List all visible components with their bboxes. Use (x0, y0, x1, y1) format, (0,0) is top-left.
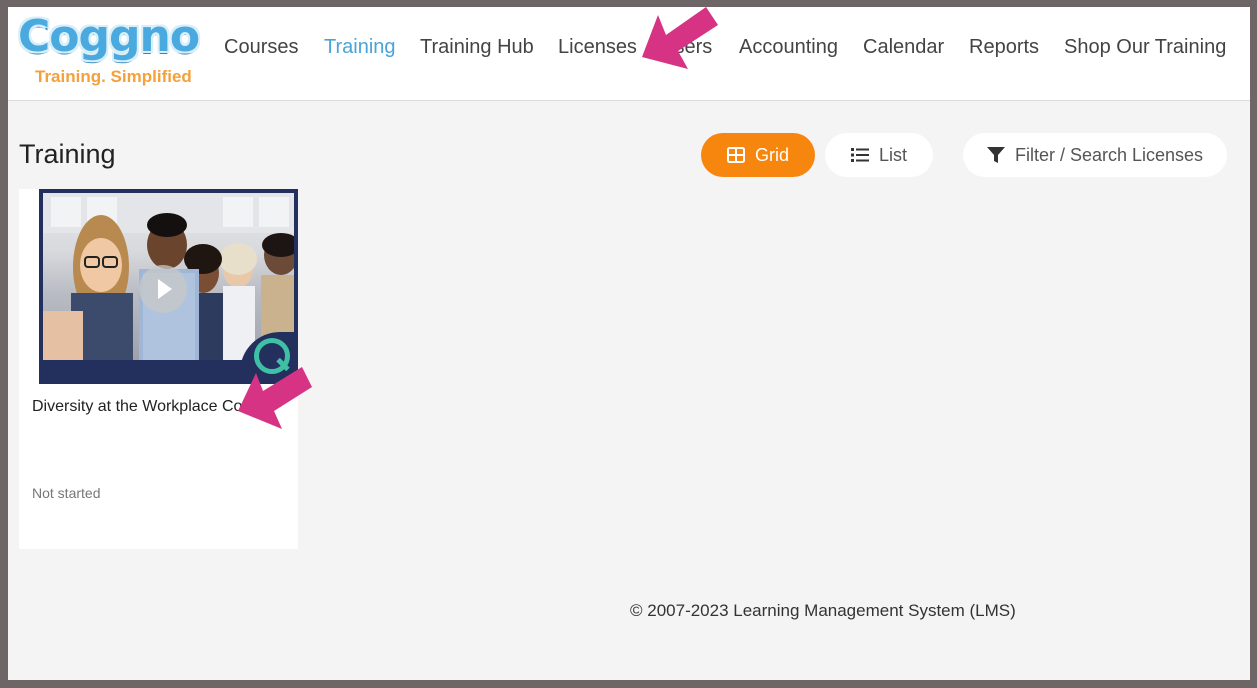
nav-item-licenses[interactable]: Licenses (558, 36, 637, 59)
list-view-label: List (878, 144, 907, 165)
annotation-arrow-icon (238, 367, 312, 429)
list-view-button[interactable]: List (825, 133, 933, 177)
filter-search-button[interactable]: Filter / Search Licenses (963, 133, 1227, 177)
nav-item-calendar[interactable]: Calendar (863, 36, 944, 59)
nav-item-courses[interactable]: Courses (224, 36, 298, 59)
filter-icon (986, 147, 1005, 163)
course-status: Not started (32, 485, 101, 501)
filter-search-label: Filter / Search Licenses (1014, 144, 1204, 165)
nav-item-shop-our-training[interactable]: Shop Our Training (1064, 36, 1226, 59)
nav-item-training-hub[interactable]: Training Hub (420, 36, 534, 59)
grid-icon (726, 147, 745, 163)
list-icon (850, 148, 869, 162)
page-title: Training (19, 139, 116, 169)
course-thumbnail[interactable] (39, 189, 298, 384)
nav-item-reports[interactable]: Reports (969, 36, 1039, 59)
annotation-arrow-icon (642, 7, 718, 69)
main-nav: Courses Training Training Hub Licenses U… (8, 7, 1250, 89)
nav-item-training[interactable]: Training (324, 36, 396, 59)
app-frame: Coggno Training. Simplified Courses Trai… (8, 7, 1250, 680)
top-navigation-bar: Coggno Training. Simplified Courses Trai… (8, 7, 1250, 101)
footer-copyright: © 2007-2023 Learning Management System (… (630, 601, 1016, 620)
grid-view-label: Grid (754, 144, 789, 165)
course-thumbnail-photo (43, 193, 294, 360)
play-video-icon[interactable] (139, 265, 187, 313)
nav-item-accounting[interactable]: Accounting (739, 36, 838, 59)
grid-view-button[interactable]: Grid (701, 133, 815, 177)
